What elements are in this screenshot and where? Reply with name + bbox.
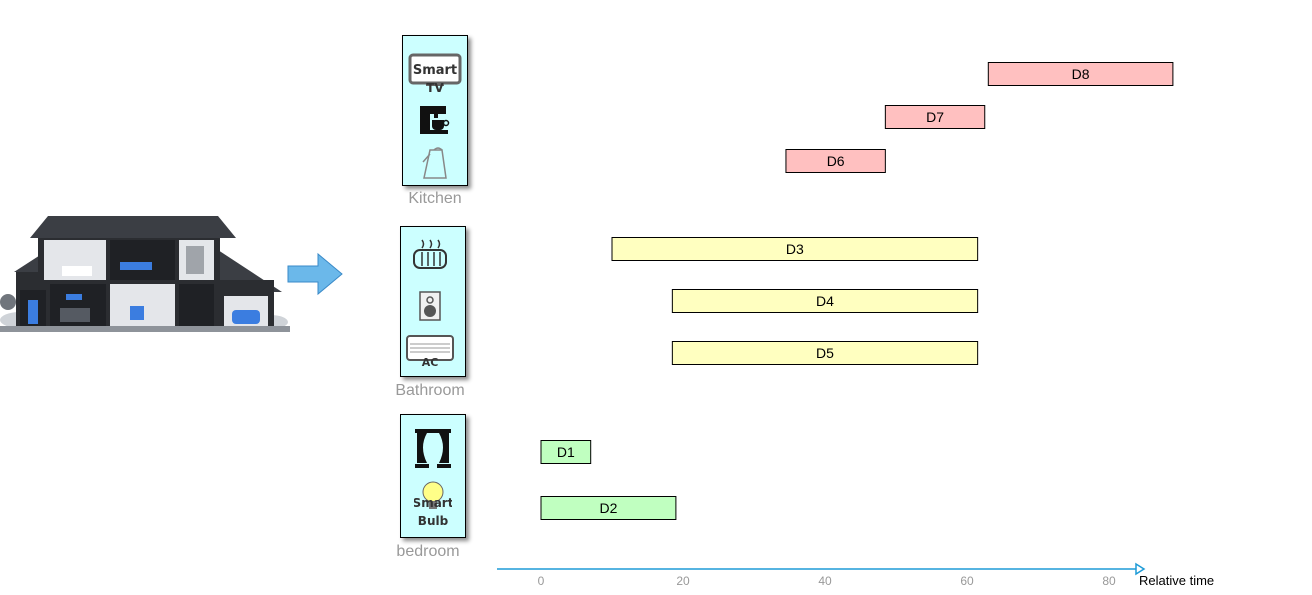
bar-label-d6: D6 [827, 153, 845, 169]
bar-label-d5: D5 [816, 345, 834, 361]
x-tick-label: 40 [818, 574, 832, 588]
x-tick-label: 0 [538, 574, 545, 588]
bar-label-d2: D2 [599, 500, 617, 516]
device-timeline-chart: D8 D7 D6 D3 D4 D5 D1 D2 0 20 40 60 80 [497, 62, 1174, 588]
bar-label-d3: D3 [786, 241, 804, 257]
x-tick-label: 80 [1102, 574, 1116, 588]
x-tick-label: 60 [960, 574, 974, 588]
bar-label-d4: D4 [816, 293, 834, 309]
x-tick-label: 20 [676, 574, 690, 588]
bar-label-d8: D8 [1072, 66, 1090, 82]
bar-label-d1: D1 [557, 444, 575, 460]
bar-label-d7: D7 [926, 109, 944, 125]
x-axis-title: Relative time [1139, 573, 1215, 588]
